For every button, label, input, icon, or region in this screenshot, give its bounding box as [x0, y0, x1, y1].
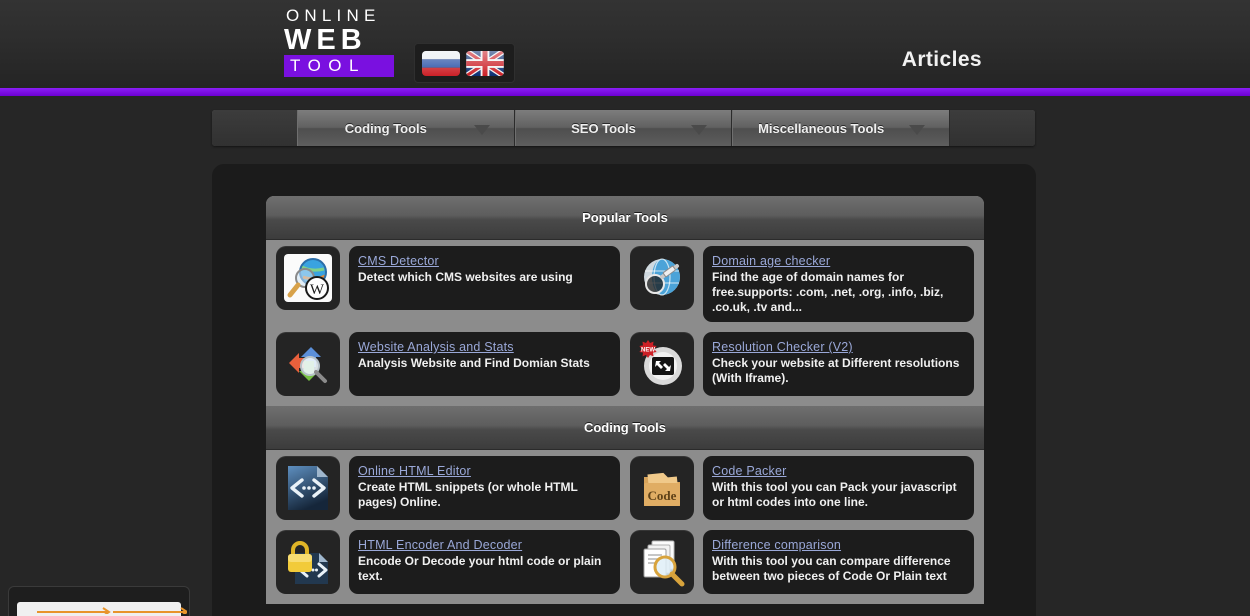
- logo-line-tool: TOOL: [284, 55, 394, 77]
- flag-uk-icon[interactable]: [466, 50, 504, 76]
- tool-description: Check your website at Different resoluti…: [712, 356, 960, 385]
- main-navigation-bar: Coding Tools SEO Tools Miscellaneous Too…: [0, 96, 1250, 160]
- difference-comparison-icon: [630, 530, 694, 594]
- tool-description: With this tool you can Pack your javascr…: [712, 480, 957, 509]
- chevron-down-icon: [473, 125, 490, 135]
- nav-left-cap: [212, 110, 297, 146]
- tool-item-website-analysis[interactable]: Website Analysis and Stats Analysis Webs…: [276, 332, 620, 396]
- tool-link[interactable]: Code Packer: [712, 464, 786, 478]
- tool-row: Website Analysis and Stats Analysis Webs…: [266, 332, 984, 406]
- logo-line-web: WEB: [284, 24, 367, 56]
- tool-description: With this tool you can compare differenc…: [712, 554, 951, 583]
- cms-detector-icon: W: [276, 246, 340, 310]
- tool-description: Encode Or Decode your html code or plain…: [358, 554, 602, 583]
- accent-divider: [0, 88, 1250, 96]
- chevron-down-icon: [909, 125, 926, 135]
- section-header-coding-tools: Coding Tools: [266, 406, 984, 450]
- tool-description: Find the age of domain names for free.su…: [712, 270, 944, 314]
- tool-item-resolution-checker[interactable]: NEW Resolution Checker (V2) Check your w…: [630, 332, 974, 396]
- nav-item-coding-tools[interactable]: Coding Tools: [297, 110, 515, 146]
- flag-russia-icon[interactable]: [422, 50, 460, 76]
- page-title: Articles: [901, 48, 982, 71]
- tool-card: Difference comparison With this tool you…: [703, 530, 974, 594]
- tool-link[interactable]: Difference comparison: [712, 538, 841, 552]
- tool-item-difference-comparison[interactable]: Difference comparison With this tool you…: [630, 530, 974, 594]
- nav-label: Coding Tools: [344, 120, 427, 136]
- site-logo[interactable]: ONLINE WEB TOOL: [284, 6, 394, 77]
- section-rows-coding-tools: Online HTML Editor Create HTML snippets …: [266, 450, 984, 604]
- tool-link[interactable]: Domain age checker: [712, 254, 830, 268]
- tool-item-code-packer[interactable]: Code Code Packer With this tool you can …: [630, 456, 974, 520]
- content-frame: Popular Tools W CMS Detector Detect whic…: [212, 164, 1036, 616]
- tool-item-cms-detector[interactable]: W CMS Detector Detect which CMS websites…: [276, 246, 620, 322]
- tool-link[interactable]: HTML Encoder And Decoder: [358, 538, 522, 552]
- tool-item-html-encoder-decoder[interactable]: HTML Encoder And Decoder Encode Or Decod…: [276, 530, 620, 594]
- website-analysis-icon: [276, 332, 340, 396]
- chevron-down-icon: [691, 125, 708, 135]
- logo-line-online: ONLINE: [286, 6, 381, 25]
- html-encoder-icon: [276, 530, 340, 594]
- nav-label: Miscellaneous Tools: [758, 120, 885, 136]
- tools-panel: Popular Tools W CMS Detector Detect whic…: [266, 196, 984, 604]
- tool-card: Resolution Checker (V2) Check your websi…: [703, 332, 974, 396]
- tool-row: Online HTML Editor Create HTML snippets …: [266, 456, 984, 530]
- code-packer-icon: Code: [630, 456, 694, 520]
- tool-item-online-html-editor[interactable]: Online HTML Editor Create HTML snippets …: [276, 456, 620, 520]
- tool-card: Code Packer With this tool you can Pack …: [703, 456, 974, 520]
- tool-row: W CMS Detector Detect which CMS websites…: [266, 246, 984, 332]
- nav-item-miscellaneous-tools[interactable]: Miscellaneous Tools: [732, 110, 951, 146]
- domain-age-icon: [630, 246, 694, 310]
- corner-widget-panel: [17, 602, 187, 616]
- tool-card: HTML Encoder And Decoder Encode Or Decod…: [349, 530, 620, 594]
- tool-item-domain-age-checker[interactable]: Domain age checker Find the age of domai…: [630, 246, 974, 322]
- nav-right-cap: [950, 110, 1035, 146]
- tool-card: CMS Detector Detect which CMS websites a…: [349, 246, 620, 310]
- tool-description: Create HTML snippets (or whole HTML page…: [358, 480, 578, 509]
- nav-item-seo-tools[interactable]: SEO Tools: [514, 110, 733, 146]
- tool-link[interactable]: CMS Detector: [358, 254, 439, 268]
- tool-card: Online HTML Editor Create HTML snippets …: [349, 456, 620, 520]
- site-header: ONLINE WEB TOOL Articles: [0, 0, 1250, 88]
- html-editor-icon: [276, 456, 340, 520]
- corner-widget-arrows-icon: [37, 607, 187, 614]
- tool-row: HTML Encoder And Decoder Encode Or Decod…: [266, 530, 984, 604]
- nav-label: SEO Tools: [571, 120, 636, 136]
- tool-link[interactable]: Website Analysis and Stats: [358, 340, 514, 354]
- section-header-popular-tools: Popular Tools: [266, 196, 984, 240]
- section-rows-popular-tools: W CMS Detector Detect which CMS websites…: [266, 240, 984, 406]
- language-switcher[interactable]: [414, 43, 515, 83]
- tool-card: Domain age checker Find the age of domai…: [703, 246, 974, 322]
- new-badge-label: NEW: [641, 348, 655, 354]
- tool-description: Detect which CMS websites are using: [358, 270, 573, 284]
- tool-link[interactable]: Resolution Checker (V2): [712, 340, 853, 354]
- nav-bar: Coding Tools SEO Tools Miscellaneous Too…: [212, 110, 1035, 146]
- resolution-checker-icon: NEW: [630, 332, 694, 396]
- corner-widget[interactable]: [8, 586, 190, 616]
- svg-text:Code: Code: [648, 488, 677, 503]
- tool-link[interactable]: Online HTML Editor: [358, 464, 471, 478]
- svg-text:W: W: [310, 282, 325, 298]
- tool-card: Website Analysis and Stats Analysis Webs…: [349, 332, 620, 396]
- tool-description: Analysis Website and Find Domian Stats: [358, 356, 590, 370]
